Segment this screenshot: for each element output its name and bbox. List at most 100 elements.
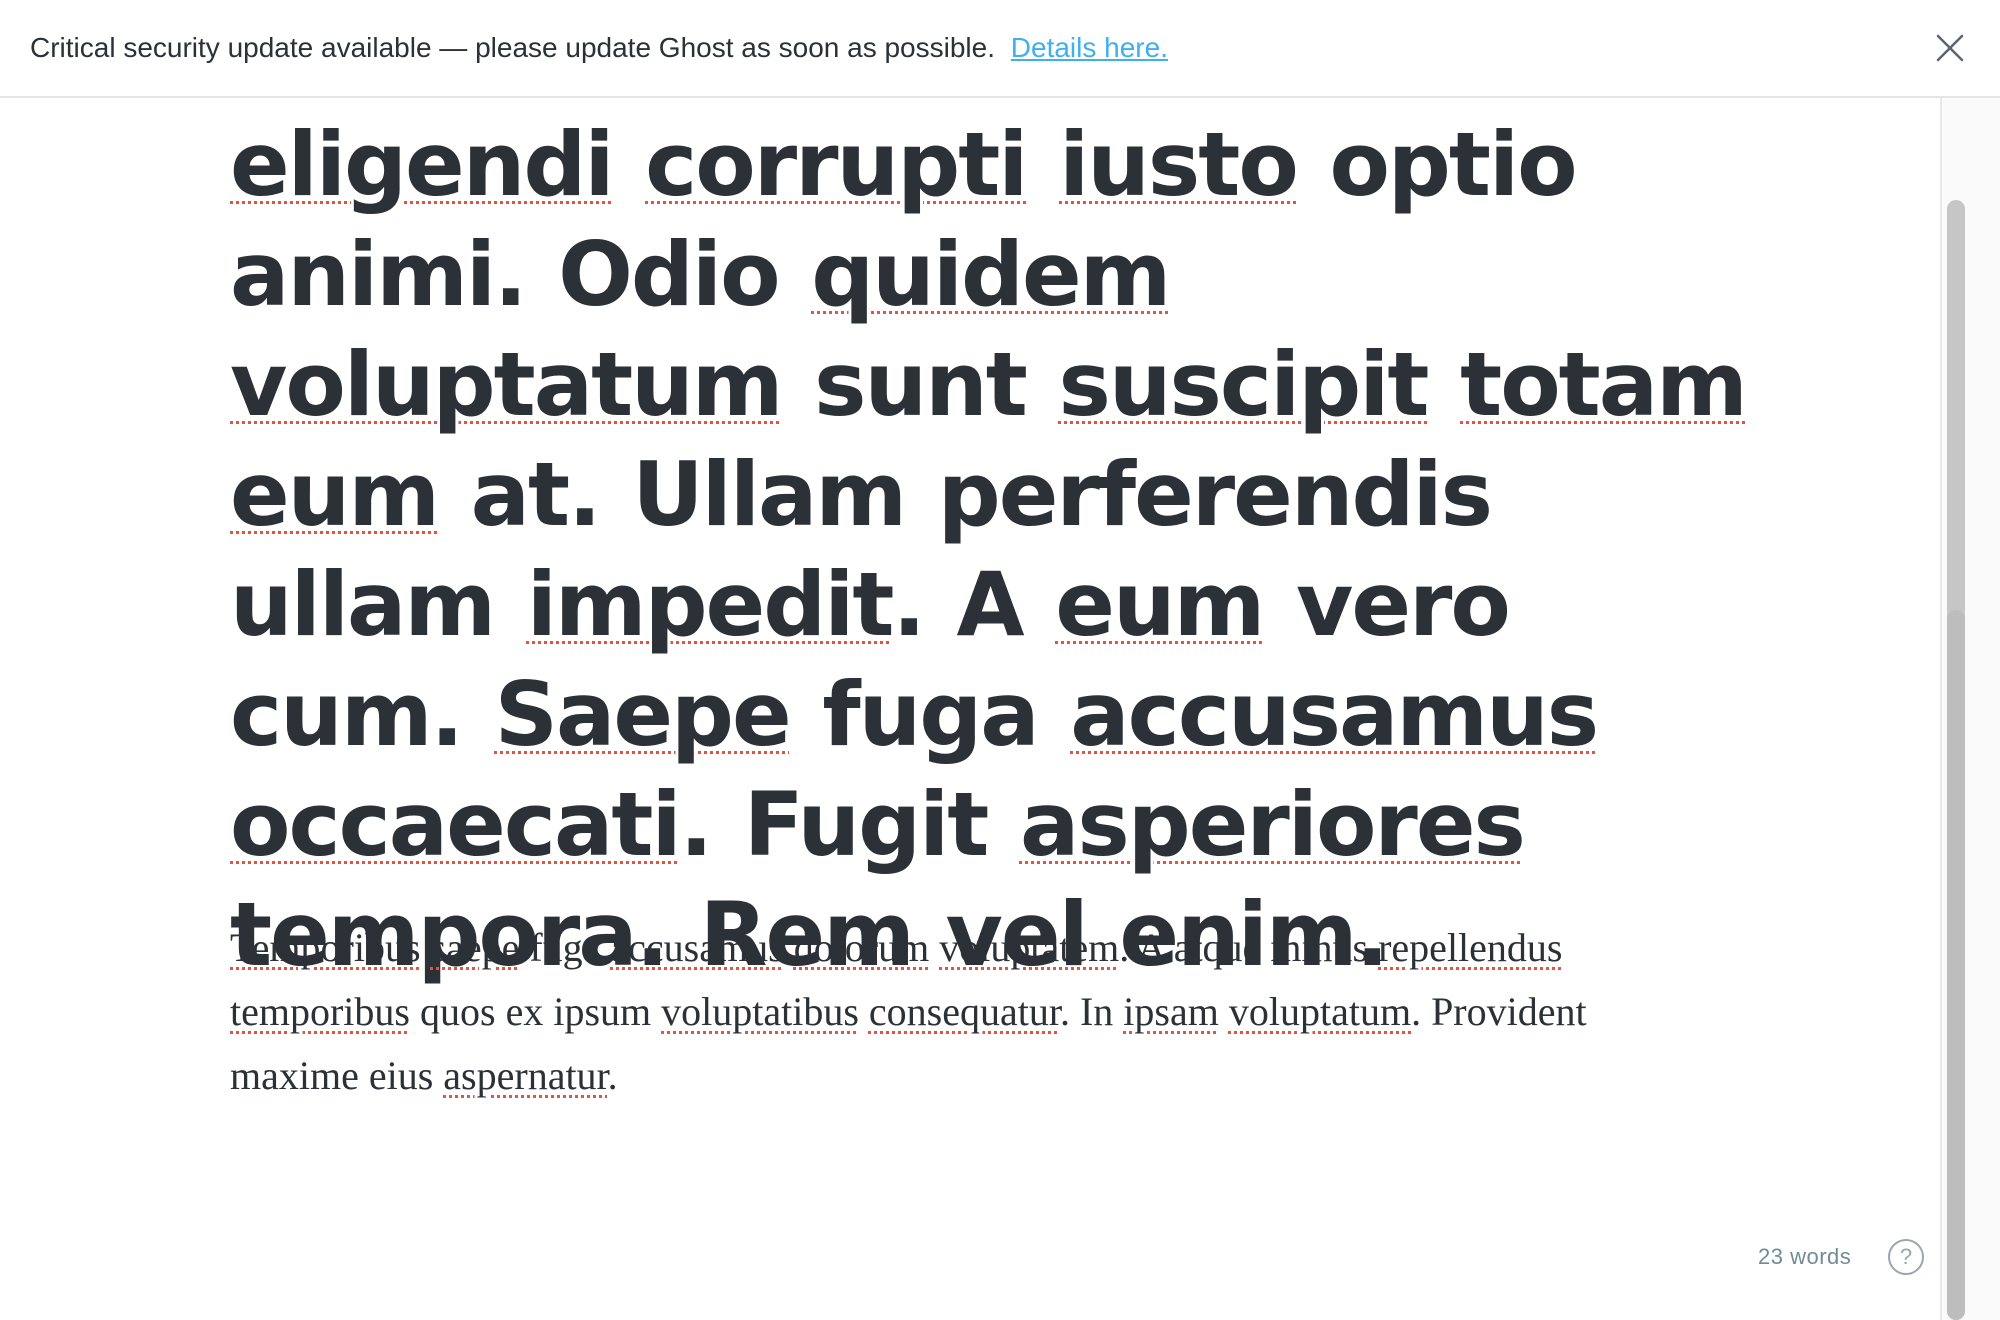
spellcheck-word[interactable]: voluptatem <box>939 925 1119 970</box>
title-word: corrupti <box>645 113 1028 216</box>
body-word: atque <box>1174 925 1261 970</box>
punctuation: . <box>1411 989 1422 1034</box>
body-word: ipsam <box>1123 989 1219 1034</box>
word-text: animi. <box>230 223 527 326</box>
close-icon[interactable] <box>1932 30 1968 66</box>
title-word: ullam <box>230 553 496 656</box>
title-word: occaecati. <box>230 773 713 876</box>
spellcheck-word[interactable]: dolorum <box>794 925 930 970</box>
body-word: voluptatem. <box>939 925 1129 970</box>
title-word: totam <box>1460 333 1748 436</box>
word-text: Odio <box>558 223 780 326</box>
body-word: Provident <box>1431 989 1587 1034</box>
alert-banner: Critical security update available — ple… <box>0 0 2000 98</box>
body-word: dolorum <box>794 925 930 970</box>
spellcheck-word[interactable]: eligendi <box>230 113 614 216</box>
title-word: optio <box>1329 113 1577 216</box>
help-icon[interactable]: ? <box>1888 1239 1924 1275</box>
alert-message: Critical security update available — ple… <box>30 32 995 63</box>
post-editor[interactable]: eligendi corrupti iusto optio animi. Odi… <box>0 98 1940 1320</box>
spellcheck-word[interactable]: voluptatum <box>1229 989 1411 1034</box>
title-word: eum <box>1055 553 1265 656</box>
punctuation: . <box>679 773 713 876</box>
spellcheck-word[interactable]: temporibus <box>230 989 410 1034</box>
spellcheck-word[interactable]: voluptatum <box>230 333 783 436</box>
punctuation: . <box>1119 925 1130 970</box>
spellcheck-word[interactable]: occaecati <box>230 773 682 876</box>
spellcheck-word[interactable]: voluptatibus <box>661 989 859 1034</box>
scrollbar-thumb-active[interactable] <box>1947 610 1965 1320</box>
spellcheck-word[interactable]: accusamus <box>1070 663 1599 766</box>
spellcheck-word[interactable]: Saepe <box>495 663 792 766</box>
word-text: vero <box>1295 553 1511 656</box>
title-word: impedit. <box>527 553 926 656</box>
spellcheck-word[interactable]: consequatur <box>869 989 1060 1034</box>
spellcheck-word[interactable]: corrupti <box>645 113 1028 216</box>
word-text: ex <box>505 989 544 1034</box>
word-text: fuga <box>822 663 1039 766</box>
body-word: ex <box>506 989 544 1034</box>
title-word: voluptatum <box>230 333 783 436</box>
body-word: consequatur. <box>869 989 1070 1034</box>
word-text: Ullam <box>632 443 907 546</box>
word-text: sunt <box>814 333 1028 436</box>
title-word: vero <box>1295 553 1511 656</box>
title-word: A <box>956 553 1025 656</box>
spellcheck-word[interactable]: iusto <box>1059 113 1299 216</box>
title-word: Fugit <box>743 773 990 876</box>
spellcheck-word[interactable]: impedit <box>527 553 895 656</box>
post-title[interactable]: eligendi corrupti iusto optio animi. Odi… <box>230 110 1750 990</box>
spellcheck-word[interactable]: quidem <box>811 223 1171 326</box>
punctuation: . <box>1059 989 1070 1034</box>
title-word: animi. <box>230 223 527 326</box>
punctuation: . <box>892 553 925 656</box>
word-text: quos <box>419 989 496 1034</box>
body-word: voluptatibus <box>661 989 859 1034</box>
word-text: cum. <box>230 663 464 766</box>
word-text: optio <box>1329 113 1577 216</box>
title-word: accusamus <box>1070 663 1599 766</box>
body-word: In <box>1080 989 1113 1034</box>
spellcheck-word[interactable]: ipsam <box>1123 989 1219 1034</box>
body-word: eius <box>369 1053 433 1098</box>
spellcheck-word[interactable]: eum <box>1055 553 1265 656</box>
spellcheck-word[interactable]: aspernatur <box>443 1053 607 1098</box>
spellcheck-word[interactable]: eum <box>230 443 440 546</box>
title-word: cum. <box>230 663 464 766</box>
title-word: Ullam <box>632 443 907 546</box>
body-word: voluptatum. <box>1229 989 1421 1034</box>
word-count: 23 words <box>1758 1244 1852 1269</box>
title-word: quidem <box>811 223 1171 326</box>
title-word: at. <box>471 443 602 546</box>
title-word: suscipit <box>1059 333 1430 436</box>
word-text: Provident <box>1431 989 1587 1034</box>
word-text: ipsum <box>553 989 652 1034</box>
word-text: atque <box>1173 925 1261 970</box>
title-word: sunt <box>814 333 1028 436</box>
details-link[interactable]: Details here. <box>1011 32 1168 63</box>
spellcheck-word[interactable]: accusamus <box>610 925 783 970</box>
word-text: Fugit <box>743 773 990 876</box>
word-text: maxime <box>230 1053 359 1098</box>
title-word: eum <box>230 443 440 546</box>
word-text: fuga <box>529 925 601 970</box>
body-word: accusamus <box>610 925 783 970</box>
spellcheck-word[interactable]: suscipit <box>1059 333 1430 436</box>
title-word: fuga <box>822 663 1039 766</box>
punctuation: . <box>607 1053 618 1098</box>
spellcheck-word[interactable]: Temporibus <box>230 925 421 970</box>
spellcheck-word[interactable]: repellendus <box>1378 925 1562 970</box>
word-text: ullam <box>230 553 496 656</box>
spellcheck-word[interactable]: saepe <box>431 925 520 970</box>
post-body[interactable]: Temporibus saepe fuga accusamus dolorum … <box>230 916 1660 1108</box>
title-word: asperiores <box>1020 773 1526 876</box>
spellcheck-word[interactable]: asperiores <box>1020 773 1526 876</box>
body-word: Temporibus <box>230 925 421 970</box>
spellcheck-word[interactable]: totam <box>1460 333 1748 436</box>
alert-banner-text: Critical security update available — ple… <box>30 30 1168 66</box>
title-word: Odio <box>558 223 780 326</box>
body-word: quos <box>420 989 496 1034</box>
title-word: eligendi <box>230 113 614 216</box>
body-word: temporibus <box>230 989 410 1034</box>
word-text: A <box>956 553 1025 656</box>
